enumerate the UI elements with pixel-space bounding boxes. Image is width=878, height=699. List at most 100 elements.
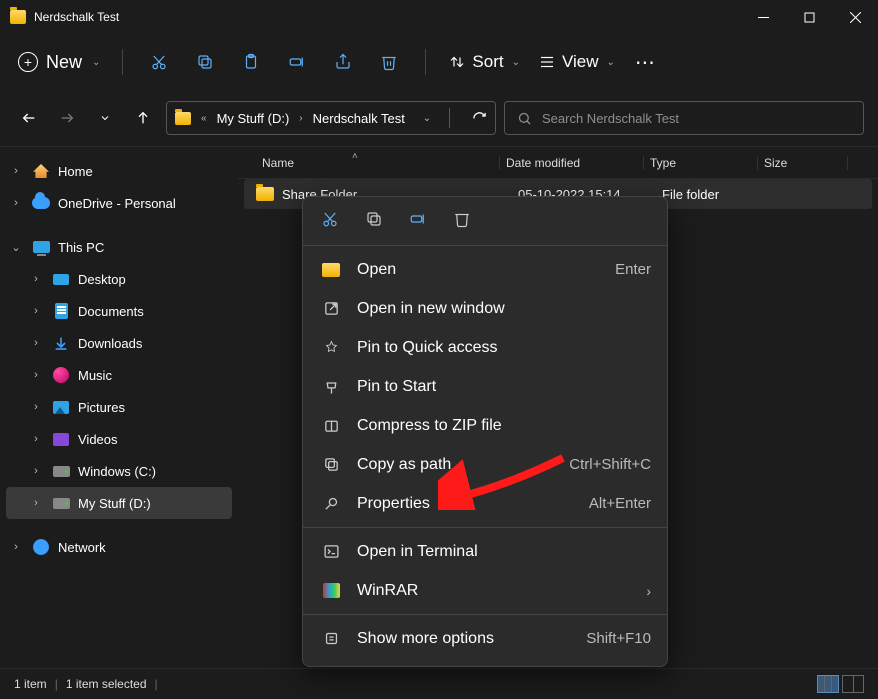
column-type[interactable]: Type bbox=[644, 156, 758, 170]
sort-button[interactable]: Sort ⌄ bbox=[442, 48, 526, 76]
sidebar-item-drive-c[interactable]: › Windows (C:) bbox=[0, 455, 238, 487]
ctx-open-terminal[interactable]: Open in Terminal bbox=[303, 532, 667, 571]
breadcrumb-segment[interactable]: Nerdschalk Test bbox=[313, 111, 405, 126]
sidebar-item-home[interactable]: › Home bbox=[0, 155, 238, 187]
icons-view-button[interactable] bbox=[842, 675, 864, 693]
up-button[interactable] bbox=[128, 103, 158, 133]
chevron-down-icon: ⌄ bbox=[92, 57, 100, 68]
ctx-copy-path[interactable]: Copy as path Ctrl+Shift+C bbox=[303, 445, 667, 484]
sidebar-item-label: OneDrive - Personal bbox=[58, 196, 176, 211]
window-title: Nerdschalk Test bbox=[34, 10, 119, 24]
cut-icon[interactable] bbox=[319, 208, 341, 230]
minimize-button[interactable] bbox=[740, 0, 786, 34]
chevron-down-icon: ⌄ bbox=[8, 241, 24, 254]
maximize-button[interactable] bbox=[786, 0, 832, 34]
sidebar-item-music[interactable]: › Music bbox=[0, 359, 238, 391]
new-button[interactable]: + New ⌄ bbox=[14, 48, 106, 77]
chevron-right-icon: › bbox=[28, 433, 44, 445]
copy-icon[interactable] bbox=[363, 208, 385, 230]
winrar-icon bbox=[319, 583, 343, 598]
back-button[interactable] bbox=[14, 103, 44, 133]
titlebar: Nerdschalk Test bbox=[0, 0, 878, 34]
details-view-button[interactable] bbox=[817, 675, 839, 693]
home-icon bbox=[33, 164, 49, 178]
address-bar-row: « My Stuff (D:) › Nerdschalk Test ⌄ Sear… bbox=[0, 90, 878, 146]
sidebar-item-label: Home bbox=[58, 164, 93, 179]
cloud-icon bbox=[32, 197, 50, 209]
chevron-right-icon: › bbox=[28, 401, 44, 413]
chevron-right-icon: « bbox=[197, 113, 211, 124]
cut-button[interactable] bbox=[139, 42, 179, 82]
rename-button[interactable] bbox=[277, 42, 317, 82]
pictures-icon bbox=[53, 401, 69, 414]
sidebar-item-desktop[interactable]: › Desktop bbox=[0, 263, 238, 295]
context-menu: Open Enter Open in new window Pin to Qui… bbox=[302, 196, 668, 667]
more-button[interactable]: ⋯ bbox=[627, 50, 665, 75]
search-placeholder: Search Nerdschalk Test bbox=[542, 111, 679, 126]
chevron-down-icon[interactable]: ⌄ bbox=[419, 113, 435, 124]
ctx-properties[interactable]: Properties Alt+Enter bbox=[303, 484, 667, 523]
sort-indicator-icon: ˄ bbox=[352, 151, 358, 162]
properties-icon bbox=[319, 495, 343, 512]
ctx-open-new-window[interactable]: Open in new window bbox=[303, 289, 667, 328]
delete-button[interactable] bbox=[369, 42, 409, 82]
sidebar-item-thispc[interactable]: ⌄ This PC bbox=[0, 231, 238, 263]
chevron-right-icon: › bbox=[28, 497, 44, 509]
new-label: New bbox=[46, 52, 82, 73]
status-bar: 1 item | 1 item selected | bbox=[0, 668, 878, 699]
ctx-open[interactable]: Open Enter bbox=[303, 250, 667, 289]
sidebar-item-label: This PC bbox=[58, 240, 104, 255]
terminal-icon bbox=[319, 543, 343, 560]
ctx-show-more[interactable]: Show more options Shift+F10 bbox=[303, 619, 667, 658]
drive-icon bbox=[53, 498, 70, 509]
search-input[interactable]: Search Nerdschalk Test bbox=[504, 101, 864, 135]
rename-icon[interactable] bbox=[407, 208, 429, 230]
column-name[interactable]: Name bbox=[256, 156, 500, 170]
videos-icon bbox=[53, 433, 69, 446]
status-item-count: 1 item bbox=[14, 677, 47, 691]
breadcrumb-segment[interactable]: My Stuff (D:) bbox=[217, 111, 290, 126]
column-date[interactable]: Date modified bbox=[500, 156, 644, 170]
sidebar-item-label: Downloads bbox=[78, 336, 142, 351]
forward-button[interactable] bbox=[52, 103, 82, 133]
refresh-button[interactable] bbox=[472, 111, 487, 126]
share-button[interactable] bbox=[323, 42, 363, 82]
copy-button[interactable] bbox=[185, 42, 225, 82]
chevron-right-icon: › bbox=[8, 197, 24, 209]
close-button[interactable] bbox=[832, 0, 878, 34]
sidebar-item-videos[interactable]: › Videos bbox=[0, 423, 238, 455]
chevron-right-icon: › bbox=[28, 337, 44, 349]
sidebar-item-drive-d[interactable]: › My Stuff (D:) bbox=[6, 487, 232, 519]
sidebar-item-onedrive[interactable]: › OneDrive - Personal bbox=[0, 187, 238, 219]
paste-button[interactable] bbox=[231, 42, 271, 82]
column-headers[interactable]: Name ˄ Date modified Type Size bbox=[238, 147, 878, 179]
sidebar-item-label: Music bbox=[78, 368, 112, 383]
sidebar-item-documents[interactable]: › Documents bbox=[0, 295, 238, 327]
desktop-icon bbox=[53, 274, 69, 285]
chevron-right-icon: › bbox=[28, 305, 44, 317]
sidebar-item-downloads[interactable]: › Downloads bbox=[0, 327, 238, 359]
sort-label: Sort bbox=[472, 52, 503, 72]
ctx-winrar[interactable]: WinRAR › bbox=[303, 571, 667, 610]
network-icon bbox=[33, 539, 49, 555]
sidebar-item-label: Network bbox=[58, 540, 106, 555]
recent-button[interactable] bbox=[90, 103, 120, 133]
sidebar-item-pictures[interactable]: › Pictures bbox=[0, 391, 238, 423]
ctx-pin-start[interactable]: Pin to Start bbox=[303, 367, 667, 406]
more-options-icon bbox=[319, 630, 343, 647]
sidebar-item-label: Pictures bbox=[78, 400, 125, 415]
view-button[interactable]: View ⌄ bbox=[532, 48, 621, 76]
column-size[interactable]: Size bbox=[758, 156, 848, 170]
status-selected-count: 1 item selected bbox=[66, 677, 147, 691]
ctx-pin-quick-access[interactable]: Pin to Quick access bbox=[303, 328, 667, 367]
address-bar[interactable]: « My Stuff (D:) › Nerdschalk Test ⌄ bbox=[166, 101, 496, 135]
folder-icon bbox=[10, 10, 26, 24]
ctx-compress-zip[interactable]: Compress to ZIP file bbox=[303, 406, 667, 445]
chevron-right-icon: › bbox=[28, 273, 44, 285]
sidebar-item-label: Desktop bbox=[78, 272, 126, 287]
document-icon bbox=[55, 303, 68, 319]
sidebar-item-network[interactable]: › Network bbox=[0, 531, 238, 563]
file-type: File folder bbox=[662, 187, 776, 202]
delete-icon[interactable] bbox=[451, 208, 473, 230]
sidebar: › Home › OneDrive - Personal ⌄ This PC ›… bbox=[0, 147, 238, 668]
